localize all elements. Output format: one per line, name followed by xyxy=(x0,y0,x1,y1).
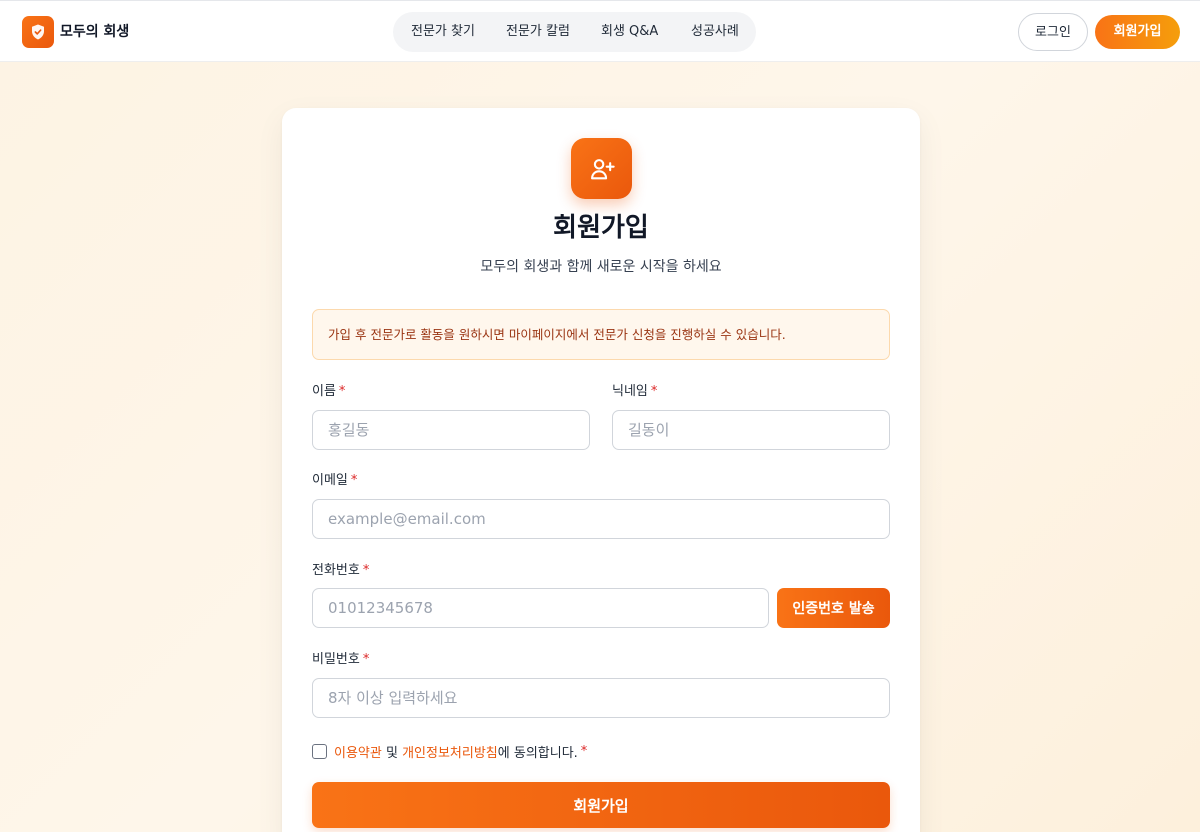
name-field[interactable] xyxy=(312,410,590,450)
shield-check-icon xyxy=(32,24,44,40)
user-plus-icon xyxy=(590,158,615,179)
phone-label-text: 전화번호 xyxy=(312,563,360,578)
expert-notice: 가입 후 전문가로 활동을 원하시면 마이페이지에서 전문가 신청을 진행하실 … xyxy=(312,309,890,360)
name-label: 이름 * xyxy=(312,384,345,400)
required-mark: * xyxy=(362,563,370,578)
phone-label: 전화번호 * xyxy=(312,563,369,579)
email-field[interactable] xyxy=(312,499,890,539)
main-nav: 전문가 찾기 전문가 칼럼 회생 Q&A 성공사례 xyxy=(393,12,756,52)
signup-card: 회원가입 모두의 회생과 함께 새로운 시작을 하세요 가입 후 전문가로 활동… xyxy=(282,108,920,832)
required-mark: * xyxy=(362,652,370,667)
terms-agreement: 이용약관 및 개인정보처리방침 에 동의합니다. * xyxy=(312,742,588,761)
terms-link[interactable]: 이용약관 xyxy=(334,742,382,761)
nickname-field[interactable] xyxy=(612,410,890,450)
page-title: 회원가입 xyxy=(553,213,649,243)
terms-checkbox[interactable] xyxy=(312,743,327,759)
email-label: 이메일 * xyxy=(312,473,357,489)
brand-name[interactable]: 모두의 회생 xyxy=(60,23,129,41)
name-label-text: 이름 xyxy=(312,384,336,399)
email-label-text: 이메일 xyxy=(312,473,348,488)
nav-item-qna[interactable]: 회생 Q&A xyxy=(601,12,658,52)
phone-field[interactable] xyxy=(312,588,769,628)
password-field[interactable] xyxy=(312,678,890,718)
password-label: 비밀번호 * xyxy=(312,652,369,668)
send-verification-button[interactable]: 인증번호 발송 xyxy=(777,588,890,628)
nickname-label-text: 닉네임 xyxy=(612,384,648,399)
agree-suffix-text: 에 동의합니다. xyxy=(497,745,578,761)
required-mark: * xyxy=(350,473,358,488)
submit-signup-button[interactable]: 회원가입 xyxy=(312,782,890,828)
privacy-policy-link[interactable]: 개인정보처리방침 xyxy=(402,742,498,761)
nav-item-expert-column[interactable]: 전문가 칼럼 xyxy=(506,12,570,52)
top-navigation-bar: 모두의 회생 전문가 찾기 전문가 칼럼 회생 Q&A 성공사례 로그인 회원가… xyxy=(0,0,1200,62)
header-signup-button[interactable]: 회원가입 xyxy=(1095,15,1180,49)
signup-badge xyxy=(571,138,632,199)
nickname-label: 닉네임 * xyxy=(612,384,657,400)
page-subtitle: 모두의 회생과 함께 새로운 시작을 하세요 xyxy=(480,259,722,275)
nav-item-success-stories[interactable]: 성공사례 xyxy=(691,12,739,52)
required-mark: * xyxy=(650,384,658,399)
password-label-text: 비밀번호 xyxy=(312,652,360,667)
brand-logo[interactable] xyxy=(22,16,54,48)
login-button[interactable]: 로그인 xyxy=(1018,13,1088,51)
required-mark: * xyxy=(338,384,346,399)
required-mark: * xyxy=(580,743,588,759)
nav-item-find-expert[interactable]: 전문가 찾기 xyxy=(411,12,475,52)
agree-and-text: 및 xyxy=(381,745,403,761)
